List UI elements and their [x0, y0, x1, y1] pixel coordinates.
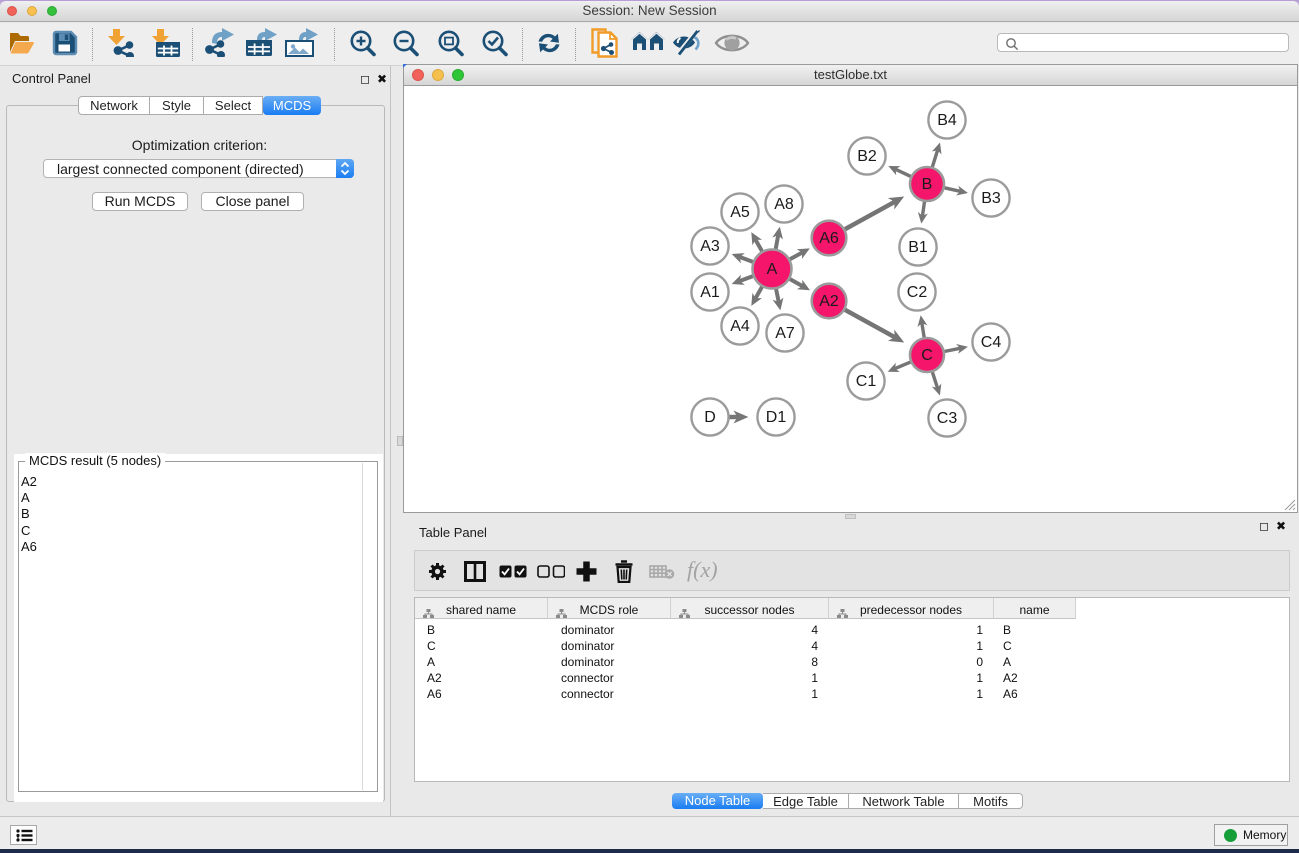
svg-text:A6: A6 [819, 230, 839, 247]
svg-text:A8: A8 [774, 196, 794, 213]
svg-text:C4: C4 [981, 334, 1002, 351]
svg-text:B1: B1 [908, 239, 928, 256]
svg-text:D1: D1 [766, 409, 787, 426]
svg-text:A1: A1 [700, 284, 720, 301]
svg-text:B: B [922, 176, 933, 193]
svg-text:D: D [704, 409, 716, 426]
svg-text:B4: B4 [937, 112, 957, 129]
svg-text:A7: A7 [775, 325, 795, 342]
svg-text:A: A [767, 261, 778, 278]
svg-text:C: C [921, 347, 933, 364]
svg-text:A2: A2 [819, 293, 839, 310]
svg-text:A4: A4 [730, 318, 750, 335]
svg-text:C1: C1 [856, 373, 877, 390]
svg-text:C2: C2 [907, 284, 928, 301]
svg-text:B2: B2 [857, 148, 877, 165]
svg-text:C3: C3 [937, 410, 958, 427]
svg-text:A5: A5 [730, 204, 750, 221]
svg-text:A3: A3 [700, 238, 720, 255]
svg-text:B3: B3 [981, 190, 1001, 207]
